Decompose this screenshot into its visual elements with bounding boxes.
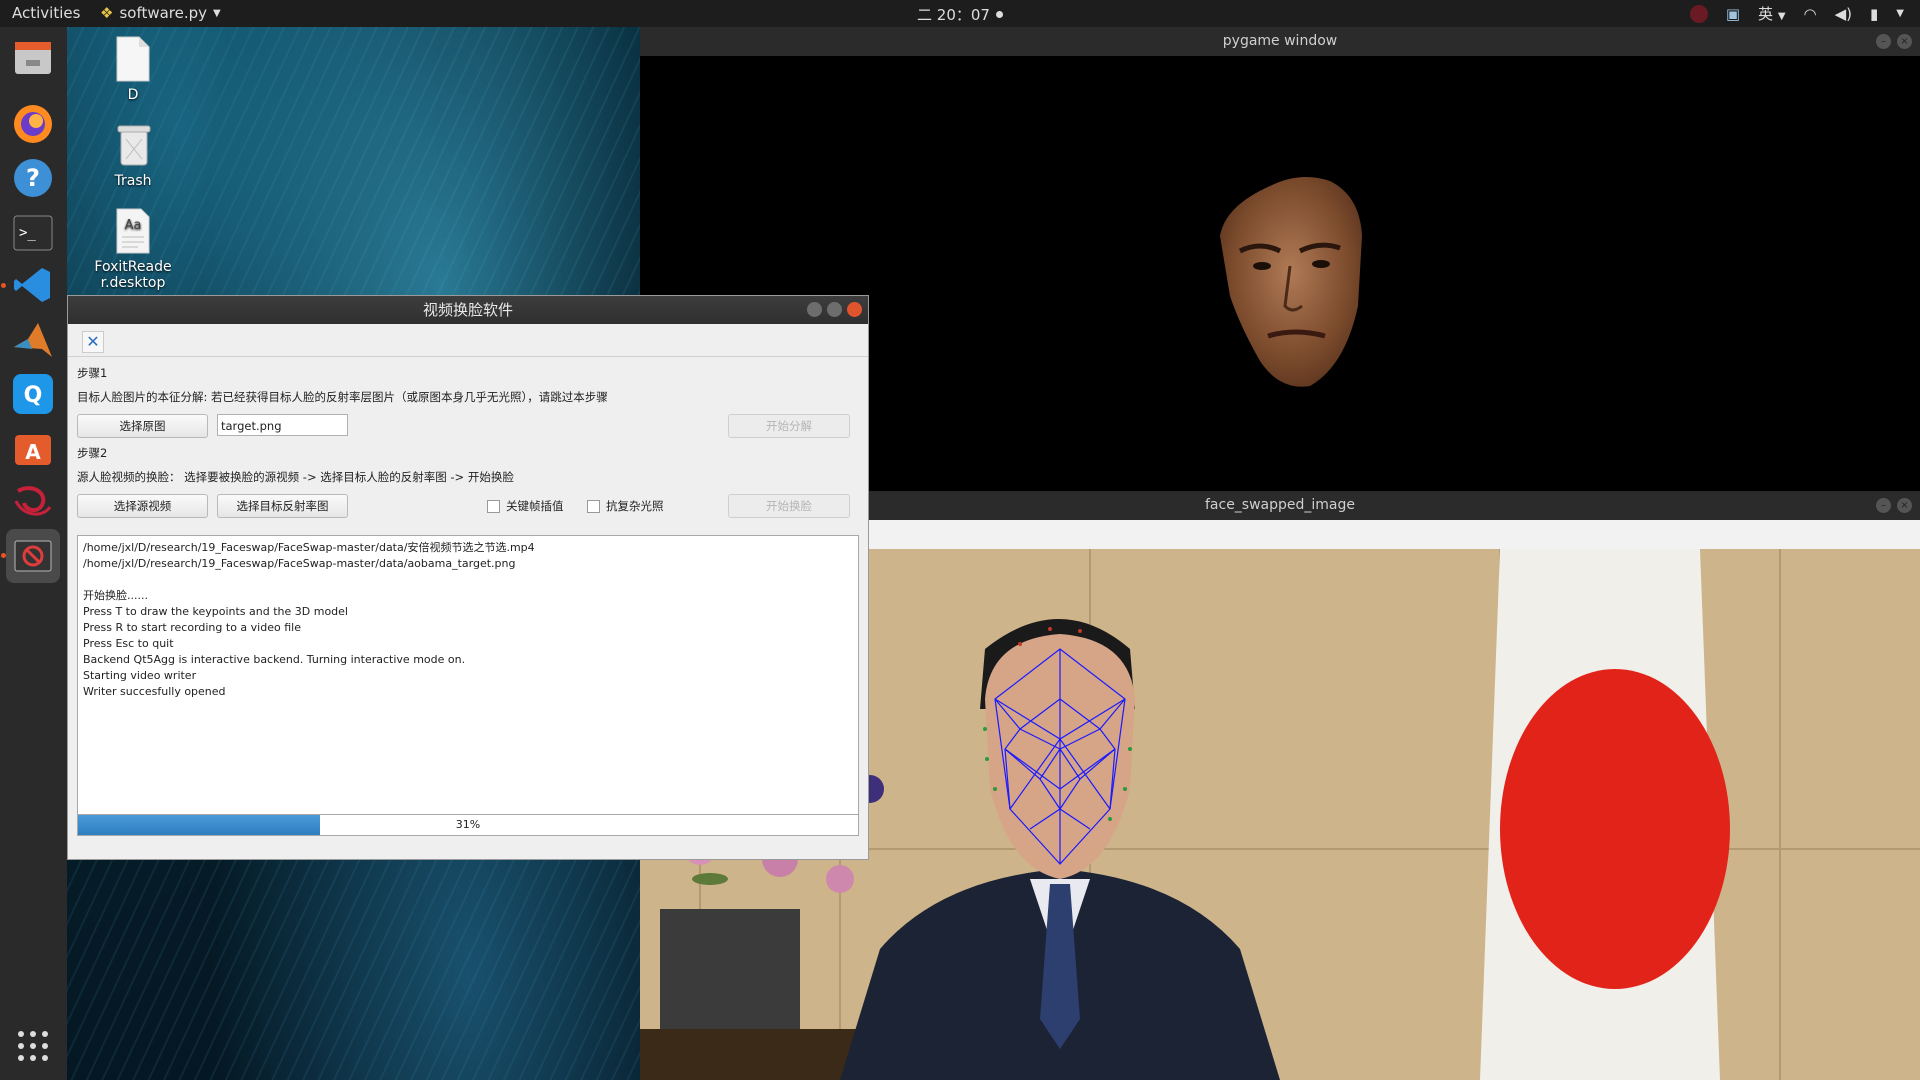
- input-method[interactable]: 英 ▼: [1758, 3, 1786, 24]
- step2-description: 源人脸视频的换脸： 选择要被换脸的源视频 -> 选择目标人脸的反射率图 -> 开…: [77, 470, 514, 484]
- progress-text: 31%: [455, 818, 481, 831]
- desktop-icon-label: D: [127, 87, 139, 103]
- app-grid-icon[interactable]: [6, 1019, 60, 1073]
- firefox-icon[interactable]: [6, 97, 60, 151]
- volume-icon[interactable]: ◀): [1835, 5, 1852, 23]
- help-icon[interactable]: ?: [6, 151, 60, 205]
- minimize-icon[interactable]: [807, 302, 822, 317]
- dock: ? >_ Q A: [0, 27, 67, 1080]
- log-line: /home/jxl/D/research/19_Faceswap/FaceSwa…: [83, 557, 516, 570]
- system-tray: ▣ 英 ▼ ◠ ◀) ▮ ▼: [1689, 3, 1904, 24]
- checkbox-label: 抗复杂光照: [606, 499, 664, 513]
- matlab-icon[interactable]: [6, 313, 60, 367]
- target-file-input[interactable]: target.png: [217, 414, 348, 436]
- app-menu[interactable]: ❖ software.py ▼: [100, 4, 221, 22]
- log-line: /home/jxl/D/research/19_Faceswap/FaceSwa…: [83, 541, 535, 554]
- step2-label: 步骤2: [77, 446, 108, 460]
- desktop-icon-label: FoxitReade r.desktop: [94, 259, 172, 291]
- input-method-label: 英: [1758, 5, 1774, 23]
- desktop-icon-folder-d[interactable]: D: [88, 35, 178, 103]
- log-line: Press T to draw the keypoints and the 3D…: [83, 605, 348, 618]
- log-line: Backend Qt5Agg is interactive backend. T…: [83, 653, 466, 666]
- top-bar: Activities ❖ software.py ▼ 二 20：07 ▣ 英 ▼…: [0, 0, 1920, 27]
- log-line: Press R to start recording to a video fi…: [83, 621, 301, 634]
- software-center-icon[interactable]: A: [6, 421, 60, 475]
- log-output[interactable]: /home/jxl/D/research/19_Faceswap/FaceSwa…: [77, 535, 859, 817]
- activities-button[interactable]: Activities: [12, 4, 80, 22]
- minimize-icon[interactable]: –: [1876, 34, 1891, 49]
- pygame-title: pygame window: [1222, 33, 1338, 49]
- select-reflectance-button[interactable]: 选择目标反射率图: [217, 494, 348, 518]
- svg-text:A: A: [25, 440, 41, 464]
- log-line: 开始换脸......: [83, 589, 148, 602]
- chevron-down-icon: ▼: [213, 7, 221, 19]
- app-toolbar: ✕: [68, 324, 868, 357]
- checkbox-box: [587, 499, 600, 513]
- step1-label: 步骤1: [77, 366, 108, 380]
- document-icon: [116, 36, 150, 82]
- close-icon[interactable]: ×: [1897, 34, 1912, 49]
- text-file-icon: Aa: [116, 208, 150, 254]
- faceswap-title: face_swapped_image: [1204, 497, 1356, 513]
- log-line: Writer succesfully opened: [83, 685, 226, 698]
- log-line: Press Esc to quit: [83, 637, 174, 650]
- app-menu-label: software.py: [119, 4, 208, 22]
- maximize-icon[interactable]: [827, 302, 842, 317]
- log-line: Starting video writer: [83, 669, 197, 682]
- files-icon[interactable]: [6, 31, 60, 85]
- svg-text:Aa: Aa: [125, 218, 142, 233]
- desktop-icon-foxit[interactable]: Aa FoxitReade r.desktop: [88, 207, 178, 291]
- vscode-icon[interactable]: [6, 258, 60, 312]
- close-icon[interactable]: ×: [1897, 498, 1912, 513]
- battery-icon[interactable]: ▮: [1870, 5, 1878, 23]
- notification-dot: [995, 11, 1003, 18]
- desktop-icon-label: Trash: [114, 173, 152, 189]
- faceswap-app-window: 视频换脸软件 ✕ 步骤1 目标人脸图片的本征分解: 若已经获得目标人脸的反射率层…: [67, 295, 869, 860]
- minimize-icon[interactable]: –: [1876, 498, 1891, 513]
- progress-bar: 31%: [77, 814, 859, 836]
- start-decompose-button[interactable]: 开始分解: [728, 414, 850, 438]
- app-title: 视频换脸软件: [422, 301, 513, 319]
- exit-tool-icon[interactable]: ✕: [82, 331, 104, 353]
- clock[interactable]: 二 20：07: [917, 4, 1003, 25]
- app-window-icon[interactable]: [6, 529, 60, 583]
- pygame-titlebar[interactable]: pygame window – ×: [640, 27, 1920, 56]
- anti-lighting-checkbox[interactable]: 抗复杂光照: [587, 498, 664, 514]
- keyframe-interp-checkbox[interactable]: 关键帧插值: [487, 498, 564, 514]
- svg-text:Q: Q: [24, 383, 43, 408]
- svg-text:?: ?: [26, 164, 40, 192]
- checkbox-label: 关键帧插值: [506, 499, 564, 513]
- close-icon[interactable]: [847, 302, 862, 317]
- checkbox-box: [487, 499, 500, 513]
- start-swap-button[interactable]: 开始换脸: [728, 494, 850, 518]
- select-source-video-button[interactable]: 选择源视频: [77, 494, 208, 518]
- select-original-button[interactable]: 选择原图: [77, 414, 208, 438]
- wifi-icon[interactable]: ◠: [1804, 5, 1817, 23]
- record-icon[interactable]: [1689, 4, 1708, 23]
- python-icon: ❖: [100, 4, 114, 22]
- trash-icon: [117, 125, 151, 166]
- step1-description: 目标人脸图片的本征分解: 若已经获得目标人脸的反射率层图片（或原图本身几乎无光照…: [77, 390, 608, 404]
- terminal-icon[interactable]: >_: [6, 206, 60, 260]
- chevron-down-icon: ▼: [1777, 11, 1786, 22]
- svg-text:>_: >_: [19, 225, 36, 241]
- screenshare-icon[interactable]: ▣: [1726, 5, 1740, 23]
- clock-label: 二 20：07: [917, 6, 990, 24]
- qq-icon[interactable]: Q: [6, 367, 60, 421]
- debian-icon[interactable]: [6, 475, 60, 529]
- app-titlebar[interactable]: 视频换脸软件: [68, 296, 868, 324]
- chevron-down-icon[interactable]: ▼: [1896, 8, 1904, 19]
- desktop-icon-trash[interactable]: Trash: [88, 121, 178, 189]
